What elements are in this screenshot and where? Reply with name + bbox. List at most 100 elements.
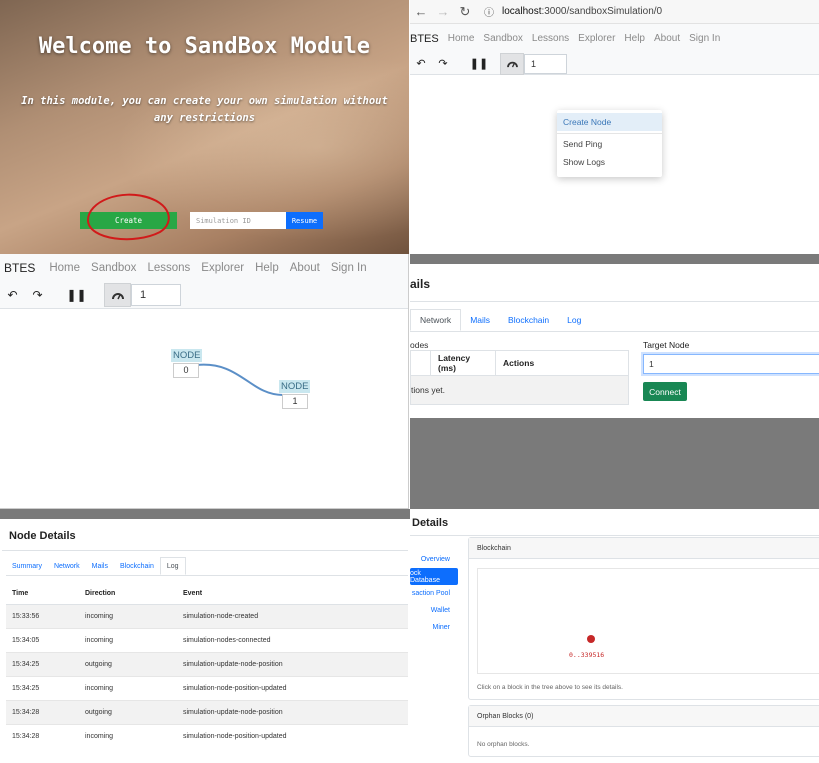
back-arrow-icon[interactable]: ←: [410, 4, 432, 19]
nav-help[interactable]: Help: [255, 262, 279, 274]
divider: [2, 550, 408, 551]
nav-sandbox[interactable]: Sandbox: [483, 33, 522, 44]
sim-toolbar: ↶ ↷ ❚❚ 1: [0, 282, 408, 309]
tab-network[interactable]: Network: [48, 557, 86, 575]
tab-blockchain[interactable]: Blockchain: [114, 557, 160, 575]
redo-icon[interactable]: ↷: [432, 57, 454, 70]
resume-button[interactable]: Resume: [286, 212, 323, 229]
navbar: BTES Home Sandbox Lessons Explorer Help …: [410, 24, 819, 53]
divider: [410, 535, 819, 536]
speed-input[interactable]: 1: [131, 284, 181, 306]
context-menu: Create Node Send Ping Show Logs: [557, 110, 662, 177]
tree-block-database[interactable]: ock Database: [410, 568, 458, 585]
node-id-1[interactable]: 1: [282, 394, 308, 409]
nav-explorer[interactable]: Explorer: [578, 33, 615, 44]
nav-help[interactable]: Help: [624, 33, 645, 44]
log-table: Time Direction Event 15:33:56 incoming s…: [6, 582, 408, 746]
table-row: 15:34:28 incoming simulation-node-positi…: [6, 724, 408, 746]
tab-mails[interactable]: Mails: [461, 309, 499, 331]
table-row: 15:34:25 outgoing simulation-update-node…: [6, 652, 408, 677]
undo-icon[interactable]: ↶: [410, 57, 432, 70]
nav-explorer[interactable]: Explorer: [201, 262, 244, 274]
simulation-id-input[interactable]: Simulation ID: [190, 212, 286, 229]
target-node-label: Target Node: [643, 340, 690, 350]
forward-arrow-icon[interactable]: →: [432, 4, 454, 19]
nav-home[interactable]: Home: [49, 262, 80, 274]
tab-bar: Summary Network Mails Blockchain Log: [6, 557, 408, 576]
nav-lessons[interactable]: Lessons: [147, 262, 190, 274]
card-header: Orphan Blocks (0): [469, 706, 819, 727]
panel-title: ails: [410, 277, 431, 291]
welcome-title: Welcome to SandBox Module: [38, 34, 371, 59]
log-direction: incoming: [79, 724, 177, 746]
table-row: 15:33:56 incoming simulation-node-create…: [6, 604, 408, 629]
brand[interactable]: BTES: [4, 261, 35, 275]
target-node-input[interactable]: 1: [643, 354, 819, 374]
tab-log[interactable]: Log: [159, 557, 186, 575]
node-label-1[interactable]: NODE: [279, 380, 311, 393]
nav-sandbox[interactable]: Sandbox: [91, 262, 136, 274]
nav-sign-in[interactable]: Sign In: [331, 262, 367, 274]
tab-summary[interactable]: Summary: [6, 557, 48, 575]
tab-mails[interactable]: Mails: [86, 557, 114, 575]
connect-button[interactable]: Connect: [643, 382, 687, 401]
brand[interactable]: BTES: [410, 33, 439, 45]
nav-about[interactable]: About: [654, 33, 680, 44]
menu-divider: [557, 133, 662, 134]
url-path: :3000/sandboxSimulation/0: [541, 6, 663, 17]
tab-log[interactable]: Log: [558, 309, 590, 331]
block-tree-canvas[interactable]: 0..339516: [477, 568, 819, 674]
block-hash: 0..339516: [569, 651, 605, 659]
graph-canvas[interactable]: [0, 309, 409, 509]
node-id-0[interactable]: 0: [173, 363, 199, 378]
address-bar[interactable]: ⓘ localhost:3000/sandboxSimulation/0: [484, 4, 662, 19]
annotation-circle: [86, 193, 170, 241]
column-header: Latency (ms): [430, 350, 496, 376]
pause-icon[interactable]: ❚❚: [64, 288, 89, 302]
tree-overview[interactable]: Overview: [410, 551, 458, 568]
log-time: 15:34:25: [6, 652, 79, 677]
log-event: simulation-node-position-updated: [177, 724, 408, 746]
log-time: 15:34:28: [6, 700, 79, 725]
speed-input[interactable]: 1: [524, 53, 567, 74]
column-header: Time: [6, 582, 79, 605]
log-panel: Node Details Summary Network Mails Block…: [2, 519, 408, 746]
blockchain-card: Blockchain 0..339516 Click on a block in…: [468, 537, 819, 700]
undo-icon[interactable]: ↶: [0, 288, 25, 302]
log-time: 15:34:28: [6, 724, 79, 746]
node-edge: [196, 363, 284, 396]
nav-home[interactable]: Home: [448, 33, 475, 44]
tab-network[interactable]: Network: [410, 309, 462, 331]
menu-send-ping[interactable]: Send Ping: [557, 135, 662, 153]
block-node[interactable]: [587, 635, 595, 643]
panel-title: Node Details: [9, 530, 76, 542]
reload-icon[interactable]: ↻: [454, 4, 476, 20]
column-header: Event: [177, 582, 408, 605]
nav-lessons[interactable]: Lessons: [532, 33, 569, 44]
block-database-panel: Details Overview ock Database saction Po…: [410, 509, 819, 763]
redo-icon[interactable]: ↷: [25, 288, 50, 302]
log-event: simulation-update-node-position: [177, 652, 408, 677]
tab-blockchain[interactable]: Blockchain: [499, 309, 558, 331]
tree-miner[interactable]: Miner: [410, 619, 458, 636]
welcome-panel: Welcome to SandBox Module In this module…: [0, 0, 409, 254]
nav-about[interactable]: About: [290, 262, 320, 274]
orphan-blocks-card: Orphan Blocks (0) No orphan blocks.: [468, 705, 819, 757]
browser-bar: ← → ↻ ⓘ localhost:3000/sandboxSimulation…: [410, 0, 819, 24]
speedometer-icon: [104, 283, 131, 307]
hint-text: Click on a block in the tree above to se…: [477, 684, 623, 691]
info-icon: ⓘ: [484, 8, 494, 19]
tree-wallet[interactable]: Wallet: [410, 602, 458, 619]
tab-bar: Network Mails Blockchain Log: [410, 309, 819, 332]
node-label-0[interactable]: NODE: [171, 349, 203, 362]
column-header: Direction: [79, 582, 177, 605]
tree-transaction-pool[interactable]: saction Pool: [410, 585, 458, 602]
network-panel: ails Network Mails Blockchain Log odes L…: [410, 264, 819, 418]
card-header: Blockchain: [469, 538, 819, 559]
menu-create-node[interactable]: Create Node: [557, 113, 662, 131]
table-row: 15:34:28 outgoing simulation-update-node…: [6, 700, 408, 725]
pause-icon[interactable]: ❚❚: [468, 57, 490, 70]
nav-sign-in[interactable]: Sign In: [689, 33, 720, 44]
menu-show-logs[interactable]: Show Logs: [557, 153, 662, 171]
log-direction: incoming: [79, 676, 177, 701]
